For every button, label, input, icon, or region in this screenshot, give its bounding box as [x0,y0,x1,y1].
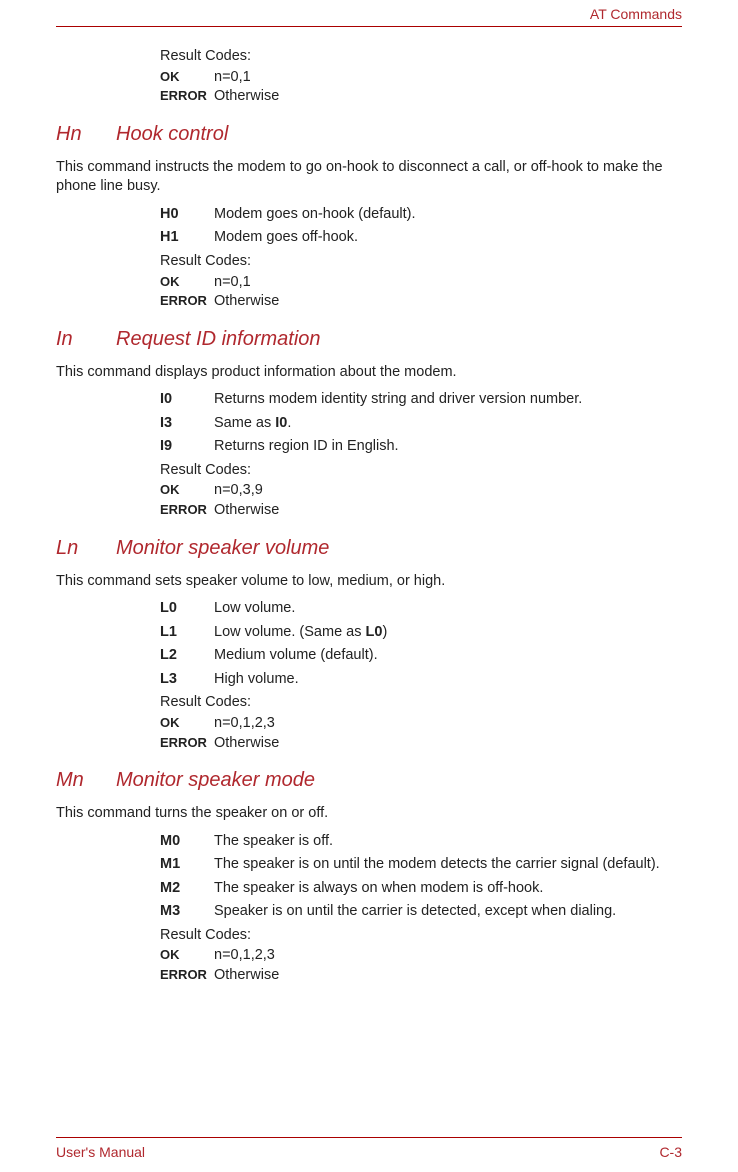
result-ok-val: n=0,1 [214,68,682,88]
result-err-val: Otherwise [214,501,682,521]
result-ok-val: n=0,1,2,3 [214,946,682,966]
param-key: M2 [160,879,214,899]
result-ok-key: OK [160,273,214,293]
param-val: Same as I0. [214,414,682,434]
param-val: Speaker is on until the carrier is detec… [214,902,682,922]
param-key: L1 [160,623,214,643]
result-ok-key: OK [160,946,214,966]
result-ok-key: OK [160,68,214,88]
result-label: Result Codes: [160,693,682,713]
param-row: L3 High volume. [160,670,682,690]
section-desc: This command displays product informatio… [56,363,682,383]
section-desc: This command instructs the modem to go o… [56,158,682,197]
result-label: Result Codes: [160,461,682,481]
param-row: L0 Low volume. [160,599,682,619]
param-key: L0 [160,599,214,619]
param-row: I3 Same as I0. [160,414,682,434]
result-err-key: ERROR [160,292,214,312]
param-key: M1 [160,855,214,875]
param-key: I3 [160,414,214,434]
param-key: M3 [160,902,214,922]
result-label: Result Codes: [160,926,682,946]
pre-result-block: Result Codes: OK n=0,1 ERROR Otherwise [160,47,682,107]
result-err-val: Otherwise [214,966,682,986]
param-key: H1 [160,228,214,248]
param-val: Modem goes on-hook (default). [214,205,682,225]
param-row: M3 Speaker is on until the carrier is de… [160,902,682,922]
section-heading-in: In Request ID information [56,326,682,353]
section-title: Hook control [116,121,682,148]
param-key: M0 [160,832,214,852]
result-block: Result Codes: OK n=0,3,9 ERROR Otherwise [160,461,682,521]
param-val: Returns modem identity string and driver… [214,390,682,410]
footer-manual: User's Manual [56,1144,145,1160]
page-content: Result Codes: OK n=0,1 ERROR Otherwise H… [56,27,682,1137]
param-val: High volume. [214,670,682,690]
param-row: M2 The speaker is always on when modem i… [160,879,682,899]
section-title: Monitor speaker mode [116,767,682,794]
param-key: H0 [160,205,214,225]
section-heading-ln: Ln Monitor speaker volume [56,535,682,562]
param-val: Low volume. [214,599,682,619]
section-heading-hn: Hn Hook control [56,121,682,148]
param-row: I9 Returns region ID in English. [160,437,682,457]
param-key: L3 [160,670,214,690]
result-block: Result Codes: OK n=0,1 ERROR Otherwise [160,252,682,312]
section-desc: This command sets speaker volume to low,… [56,572,682,592]
result-block: Result Codes: OK n=0,1,2,3 ERROR Otherwi… [160,926,682,986]
page-header: AT Commands [56,0,682,27]
section-cmd: In [56,326,116,353]
result-err-key: ERROR [160,734,214,754]
result-err-key: ERROR [160,87,214,107]
result-ok-key: OK [160,714,214,734]
section-heading-mn: Mn Monitor speaker mode [56,767,682,794]
param-val: The speaker is off. [214,832,682,852]
result-block: Result Codes: OK n=0,1,2,3 ERROR Otherwi… [160,693,682,753]
result-ok-key: OK [160,481,214,501]
param-row: L2 Medium volume (default). [160,646,682,666]
result-ok-val: n=0,1 [214,273,682,293]
result-err-val: Otherwise [214,292,682,312]
param-row: I0 Returns modem identity string and dri… [160,390,682,410]
result-label: Result Codes: [160,252,682,272]
result-err-val: Otherwise [214,734,682,754]
section-cmd: Ln [56,535,116,562]
param-val: Low volume. (Same as L0) [214,623,682,643]
param-val: Returns region ID in English. [214,437,682,457]
param-val: Modem goes off-hook. [214,228,682,248]
section-cmd: Hn [56,121,116,148]
section-title: Request ID information [116,326,682,353]
result-ok-val: n=0,3,9 [214,481,682,501]
result-ok-val: n=0,1,2,3 [214,714,682,734]
footer-page-number: C-3 [659,1144,682,1160]
result-err-key: ERROR [160,966,214,986]
param-val: The speaker is always on when modem is o… [214,879,682,899]
header-category: AT Commands [590,6,682,22]
param-val: Medium volume (default). [214,646,682,666]
param-key: L2 [160,646,214,666]
param-key: I9 [160,437,214,457]
page-footer: User's Manual C-3 [56,1137,682,1172]
result-err-key: ERROR [160,501,214,521]
param-row: L1 Low volume. (Same as L0) [160,623,682,643]
result-label: Result Codes: [160,47,682,67]
param-row: H1 Modem goes off-hook. [160,228,682,248]
param-row: H0 Modem goes on-hook (default). [160,205,682,225]
param-val: The speaker is on until the modem detect… [214,855,682,875]
section-title: Monitor speaker volume [116,535,682,562]
param-row: M0 The speaker is off. [160,832,682,852]
param-key: I0 [160,390,214,410]
result-err-val: Otherwise [214,87,682,107]
section-cmd: Mn [56,767,116,794]
section-desc: This command turns the speaker on or off… [56,804,682,824]
param-row: M1 The speaker is on until the modem det… [160,855,682,875]
